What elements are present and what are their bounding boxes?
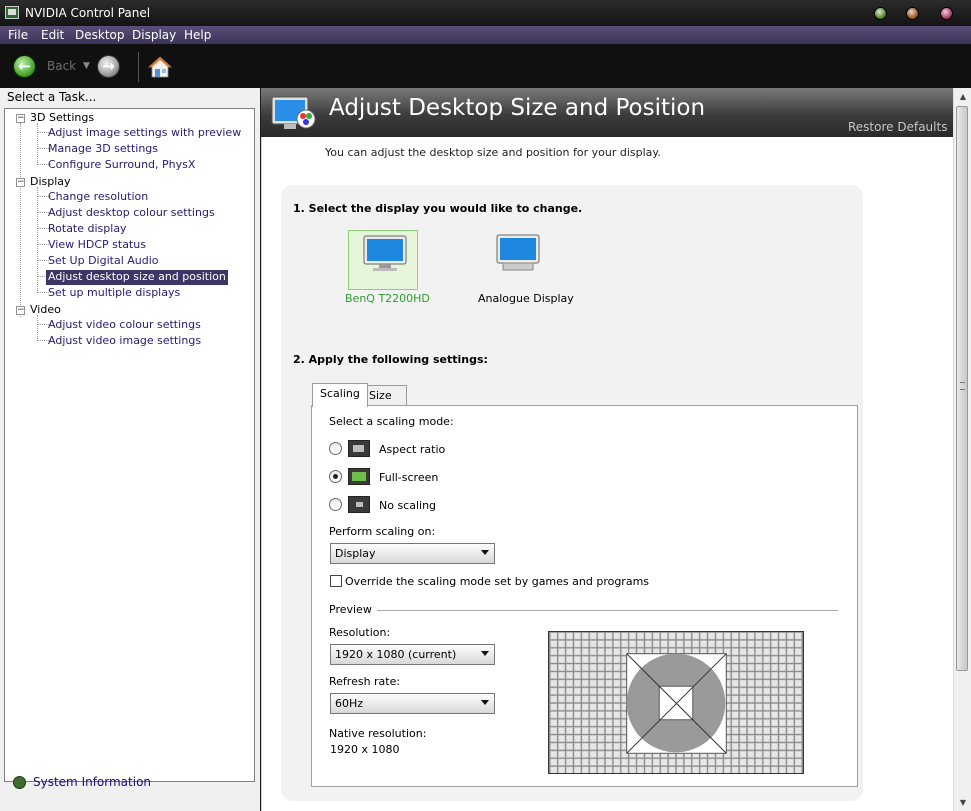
close-button[interactable] [940, 7, 953, 20]
tree-item-adjust-video-image[interactable]: Adjust video image settings [46, 334, 203, 349]
scroll-down-arrow-icon[interactable]: ▼ [954, 794, 971, 811]
display-analogue-label[interactable]: Analogue Display [478, 292, 574, 305]
chevron-down-icon [481, 651, 489, 656]
tree-item-rotate-display[interactable]: Rotate display [46, 222, 129, 237]
tree-item-view-hdcp-status[interactable]: View HDCP status [46, 238, 148, 253]
vertical-scrollbar[interactable]: ▲ ▼ [953, 88, 971, 811]
tree-item-adjust-image-settings[interactable]: Adjust image settings with preview [46, 126, 243, 141]
tree-item-setup-multiple-displays[interactable]: Set up multiple displays [46, 286, 182, 301]
toolbar: ← Back ▼ → [0, 45, 971, 88]
minimize-button[interactable] [874, 7, 887, 20]
back-arrow-icon[interactable]: ← [13, 55, 36, 78]
collapse-3d-settings-icon[interactable]: − [16, 114, 25, 123]
display-settings-icon [271, 96, 316, 129]
aspect-ratio-icon [348, 440, 370, 457]
refresh-rate-value: 60Hz [335, 697, 364, 710]
perform-scaling-value: Display [335, 547, 376, 560]
override-scaling-checkbox[interactable] [330, 575, 342, 587]
forward-arrow-icon[interactable]: → [97, 55, 120, 78]
tree-category-display[interactable]: Display [30, 175, 71, 190]
page-title: Adjust Desktop Size and Position [329, 95, 706, 121]
collapse-display-icon[interactable]: − [16, 178, 25, 187]
resolution-value: 1920 x 1080 (current) [335, 648, 457, 661]
tree-item-manage-3d-settings[interactable]: Manage 3D settings [46, 142, 160, 157]
display-analogue-selector[interactable] [482, 230, 552, 290]
window-title: NVIDIA Control Panel [25, 6, 151, 20]
menu-file[interactable]: File [8, 28, 28, 42]
radio-no-scaling[interactable] [329, 498, 342, 511]
scrollbar-thumb[interactable] [956, 106, 968, 671]
resolution-label: Resolution: [329, 626, 391, 639]
toolbar-separator [138, 52, 139, 82]
menu-bar: File Edit Desktop Display Help [0, 26, 971, 45]
tab-size[interactable]: Size [361, 385, 407, 407]
tree-item-adjust-desktop-size[interactable]: Adjust desktop size and position [46, 270, 228, 285]
title-bar: NVIDIA Control Panel [0, 0, 971, 26]
scaling-mode-label: Select a scaling mode: [329, 415, 454, 428]
intro-text: You can adjust the desktop size and posi… [325, 146, 661, 159]
step1-heading: 1. Select the display you would like to … [293, 202, 583, 215]
radio-aspect-ratio[interactable] [329, 442, 342, 455]
page-header: Adjust Desktop Size and Position Restore… [261, 88, 953, 137]
tree-category-3d-settings[interactable]: 3D Settings [30, 111, 94, 126]
native-resolution-label: Native resolution: [329, 727, 427, 740]
restore-defaults-link[interactable]: Restore Defaults [848, 120, 947, 134]
tree-item-adjust-video-colour[interactable]: Adjust video colour settings [46, 318, 203, 333]
tab-scaling[interactable]: Scaling [312, 383, 368, 407]
nvidia-app-icon [5, 6, 19, 19]
system-info-icon [13, 776, 26, 789]
tree-item-change-resolution[interactable]: Change resolution [46, 190, 150, 205]
system-information-label[interactable]: System Information [33, 775, 151, 789]
tree-item-adjust-desktop-colour[interactable]: Adjust desktop colour settings [46, 206, 217, 221]
scaling-preview-image [548, 631, 804, 774]
home-icon[interactable] [148, 55, 172, 79]
tree-item-setup-digital-audio[interactable]: Set Up Digital Audio [46, 254, 161, 269]
menu-display[interactable]: Display [132, 28, 176, 42]
monitor-icon [496, 234, 540, 271]
no-scaling-label[interactable]: No scaling [379, 499, 436, 512]
no-scaling-icon [348, 496, 370, 513]
scaling-tab-panel: Select a scaling mode: Aspect ratio Full… [311, 405, 858, 787]
tree-item-configure-surround[interactable]: Configure Surround, PhysX [46, 158, 197, 173]
display-benq-selector[interactable] [348, 230, 418, 290]
refresh-rate-select[interactable]: 60Hz [330, 693, 495, 714]
preview-label: Preview [329, 603, 372, 616]
menu-help[interactable]: Help [184, 28, 211, 42]
display-benq-label[interactable]: BenQ T2200HD [345, 292, 430, 305]
full-screen-icon [348, 468, 370, 485]
maximize-button[interactable] [906, 7, 919, 20]
history-dropdown-icon[interactable]: ▼ [83, 61, 90, 71]
resolution-select[interactable]: 1920 x 1080 (current) [330, 644, 495, 665]
preview-divider [377, 610, 838, 611]
full-screen-label[interactable]: Full-screen [379, 471, 438, 484]
task-sidebar: Select a Task... − 3D Settings Adjust im… [0, 88, 260, 811]
back-button-label[interactable]: Back [47, 59, 76, 73]
step2-heading: 2. Apply the following settings: [293, 353, 488, 366]
override-scaling-label[interactable]: Override the scaling mode set by games a… [345, 575, 649, 588]
tree-category-video[interactable]: Video [30, 303, 61, 318]
monitor-icon [363, 235, 407, 271]
scroll-up-arrow-icon[interactable]: ▲ [954, 88, 971, 105]
native-resolution-value: 1920 x 1080 [330, 743, 400, 756]
chevron-down-icon [481, 550, 489, 555]
perform-scaling-select[interactable]: Display [330, 543, 495, 564]
chevron-down-icon [481, 700, 489, 705]
content-pane: Adjust Desktop Size and Position Restore… [261, 88, 971, 811]
radio-full-screen[interactable] [329, 470, 342, 483]
perform-scaling-label: Perform scaling on: [329, 525, 436, 538]
task-tree: − 3D Settings Adjust image settings with… [4, 108, 255, 782]
refresh-rate-label: Refresh rate: [329, 675, 401, 688]
menu-edit[interactable]: Edit [41, 28, 64, 42]
collapse-video-icon[interactable]: − [16, 306, 25, 315]
menu-desktop[interactable]: Desktop [75, 28, 125, 42]
sidebar-heading: Select a Task... [7, 90, 97, 104]
aspect-ratio-label[interactable]: Aspect ratio [379, 443, 445, 456]
